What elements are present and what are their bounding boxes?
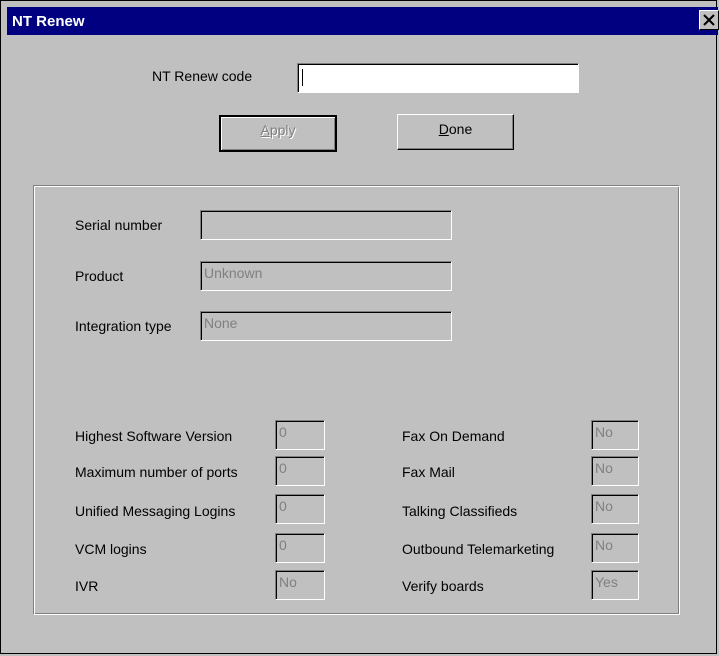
- text-caret: [302, 69, 303, 86]
- ivr-label: IVR: [75, 578, 99, 594]
- apply-button[interactable]: Apply: [219, 115, 337, 152]
- apply-button-label: Apply: [260, 122, 296, 138]
- renew-code-label: NT Renew code: [152, 68, 253, 84]
- fax-on-demand-field: No: [591, 420, 639, 450]
- fax-mail-field: No: [591, 456, 639, 486]
- max-ports-label: Maximum number of ports: [75, 464, 238, 480]
- integration-type-label: Integration type: [75, 318, 172, 334]
- highest-software-version-label: Highest Software Version: [75, 428, 233, 444]
- close-button[interactable]: [699, 10, 719, 30]
- max-ports-field: 0: [275, 456, 325, 486]
- integration-type-field: None: [200, 311, 452, 341]
- verify-boards-field: Yes: [591, 570, 639, 600]
- title-bar[interactable]: NT Renew: [7, 7, 719, 35]
- vcm-logins-field: 0: [275, 533, 325, 563]
- fax-on-demand-label: Fax On Demand: [402, 428, 505, 444]
- done-button[interactable]: Done: [397, 114, 514, 150]
- renew-code-input[interactable]: [297, 63, 579, 93]
- vcm-logins-label: VCM logins: [75, 541, 147, 557]
- product-label: Product: [75, 268, 124, 284]
- close-icon: [703, 14, 715, 26]
- talking-classifieds-field: No: [591, 494, 639, 524]
- verify-boards-label: Verify boards: [402, 578, 484, 594]
- done-button-label: Done: [438, 121, 473, 137]
- serial-number-field: [200, 210, 452, 240]
- unified-messaging-logins-label: Unified Messaging Logins: [75, 503, 236, 519]
- highest-software-version-field: 0: [275, 420, 325, 450]
- outbound-telemarketing-label: Outbound Telemarketing: [402, 541, 555, 557]
- unified-messaging-logins-field: 0: [275, 494, 325, 524]
- product-field: Unknown: [200, 261, 452, 291]
- fax-mail-label: Fax Mail: [402, 464, 455, 480]
- ivr-field: No: [275, 570, 325, 600]
- serial-number-label: Serial number: [75, 217, 163, 233]
- window-title: NT Renew: [12, 13, 85, 30]
- outbound-telemarketing-field: No: [591, 533, 639, 563]
- talking-classifieds-label: Talking Classifieds: [402, 503, 518, 519]
